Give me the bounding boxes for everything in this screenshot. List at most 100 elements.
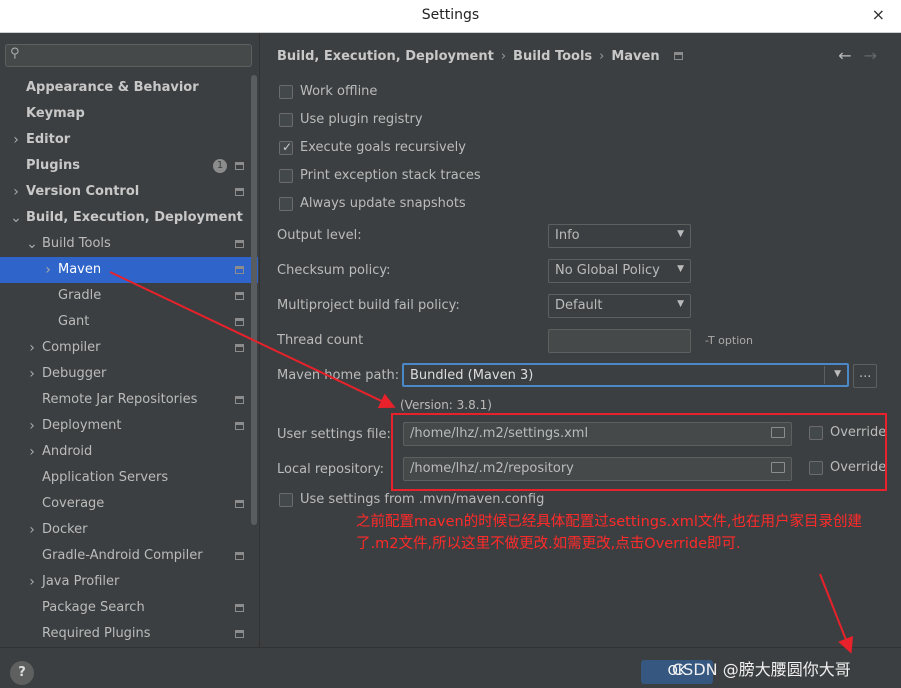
sidebar-item-build-tools[interactable]: ⌄ Build Tools [0, 231, 258, 257]
chevron-right-icon[interactable]: › [26, 569, 38, 595]
sidebar-item-build-execution-deployment[interactable]: ⌄ Build, Execution, Deployment [0, 205, 258, 231]
sidebar-item-coverage[interactable]: Coverage [0, 491, 258, 517]
sidebar-item-label: Application Servers [42, 470, 169, 485]
sidebar-item-plugins[interactable]: Plugins 1 [0, 153, 258, 179]
maven-home-label: Maven home path: [277, 368, 400, 383]
checkbox-box[interactable] [279, 493, 293, 507]
chevron-right-icon[interactable]: › [26, 335, 38, 361]
sidebar-item-label: Appearance & Behavior [26, 80, 199, 95]
maven-version: (Version: 3.8.1) [400, 398, 492, 412]
breadcrumb-build-tools[interactable]: Build Tools [513, 49, 592, 64]
sidebar-item-deployment[interactable]: › Deployment [0, 413, 258, 439]
checkbox-box[interactable] [279, 197, 293, 211]
sidebar-item-compiler[interactable]: › Compiler [0, 335, 258, 361]
print-exception-stack-traces-label: Print exception stack traces [300, 168, 481, 183]
thread-count-input[interactable] [548, 329, 691, 353]
sidebar-item-required-plugins[interactable]: Required Plugins [0, 621, 258, 647]
output-level-label: Output level: [277, 228, 362, 243]
chevron-down-icon[interactable]: ⌄ [26, 231, 38, 257]
sidebar-item-label: Required Plugins [42, 626, 151, 641]
annotation-note: 之前配置maven的时候已经具体配置过settings.xml文件,也在用户家目… [356, 514, 862, 552]
sidebar-item-label: Gant [58, 314, 90, 329]
fail-policy-select[interactable]: Default ▼ [548, 294, 691, 318]
history-nav: ← → [826, 46, 877, 65]
sidebar-scrollbar[interactable] [251, 75, 257, 525]
chevron-right-icon[interactable]: › [26, 517, 38, 543]
sidebar-item-android[interactable]: › Android [0, 439, 258, 465]
maven-home-select[interactable]: Bundled (Maven 3) ▼ [402, 363, 849, 387]
dropdown-divider [824, 366, 825, 384]
chevron-right-icon[interactable]: › [26, 413, 38, 439]
breadcrumb-maven: Maven [611, 49, 660, 64]
maven-home-value: Bundled (Maven 3) [410, 368, 534, 383]
breadcrumb: Build, Execution, Deployment › Build Tools… [277, 49, 684, 64]
chevron-right-icon[interactable]: › [42, 257, 54, 283]
dropdown-arrow-icon: ▼ [677, 229, 684, 239]
sidebar-item-debugger[interactable]: › Debugger [0, 361, 258, 387]
sidebar-item-label: Plugins [26, 158, 80, 173]
always-update-snapshots-label: Always update snapshots [300, 196, 466, 211]
sidebar-item-label: Maven [58, 262, 102, 277]
close-icon[interactable]: × [872, 5, 885, 24]
sidebar-item-label: Debugger [42, 366, 107, 381]
forward-arrow-icon[interactable]: → [864, 46, 877, 65]
search-icon: ⚲ [10, 46, 20, 61]
checkbox-box[interactable]: ✓ [279, 140, 293, 155]
watermark: CSDN @膀大腰圆你大哥 [672, 660, 851, 679]
annotation-highlight-box [391, 413, 887, 491]
sidebar-item-java-profiler[interactable]: › Java Profiler [0, 569, 258, 595]
sidebar-item-label: Compiler [42, 340, 101, 355]
project-scope-icon [235, 188, 244, 196]
maven-settings-panel: Build, Execution, Deployment › Build Tools… [261, 33, 901, 647]
project-scope-icon [235, 500, 244, 508]
fail-policy-value: Default [555, 298, 603, 313]
sidebar-item-version-control[interactable]: › Version Control [0, 179, 258, 205]
sidebar-item-remote-jar-repositories[interactable]: Remote Jar Repositories [0, 387, 258, 413]
chevron-right-icon[interactable]: › [10, 127, 22, 153]
dropdown-arrow-icon: ▼ [834, 369, 841, 379]
checkbox-box[interactable] [279, 85, 293, 99]
sidebar-item-editor[interactable]: › Editor [0, 127, 258, 153]
checksum-policy-value: No Global Policy [555, 263, 660, 278]
chevron-down-icon[interactable]: ⌄ [10, 205, 22, 231]
sidebar-item-label: Gradle-Android Compiler [42, 548, 203, 563]
sidebar-item-keymap[interactable]: Keymap [0, 101, 258, 127]
project-scope-icon [235, 396, 244, 404]
breadcrumb-build-execution[interactable]: Build, Execution, Deployment [277, 49, 494, 64]
update-count-badge: 1 [213, 159, 227, 173]
project-scope-icon [235, 162, 244, 170]
checksum-policy-label: Checksum policy: [277, 263, 391, 278]
sidebar-item-maven[interactable]: › Maven [0, 257, 258, 283]
sidebar-item-gradle-android-compiler[interactable]: Gradle-Android Compiler [0, 543, 258, 569]
output-level-select[interactable]: Info ▼ [548, 224, 691, 248]
chevron-right-icon[interactable]: › [26, 439, 38, 465]
sidebar-item-appearance-behavior[interactable]: Appearance & Behavior [0, 75, 258, 101]
use-plugin-registry-label: Use plugin registry [300, 112, 423, 127]
chevron-right-icon[interactable]: › [10, 179, 22, 205]
sidebar-item-label: Docker [42, 522, 88, 537]
sidebar-item-docker[interactable]: › Docker [0, 517, 258, 543]
local-repository-label: Local repository: [277, 462, 384, 477]
thread-count-hint: -T option [705, 334, 753, 347]
checkbox-box[interactable] [279, 113, 293, 127]
help-button[interactable]: ? [10, 661, 34, 685]
checkbox-box[interactable] [279, 169, 293, 183]
sidebar-item-gant[interactable]: Gant [0, 309, 258, 335]
sidebar-item-application-servers[interactable]: Application Servers [0, 465, 258, 491]
sidebar-item-label: Java Profiler [42, 574, 120, 589]
back-arrow-icon[interactable]: ← [838, 46, 851, 65]
sidebar-item-package-search[interactable]: Package Search [0, 595, 258, 621]
output-level-value: Info [555, 228, 580, 243]
sidebar-item-label: Coverage [42, 496, 105, 511]
project-scope-icon [235, 266, 244, 274]
window-titlebar: Settings × [0, 0, 901, 33]
sidebar-item-gradle[interactable]: Gradle [0, 283, 258, 309]
sidebar-item-label: Android [42, 444, 93, 459]
project-scope-icon [235, 292, 244, 300]
chevron-right-icon[interactable]: › [26, 361, 38, 387]
checksum-policy-select[interactable]: No Global Policy ▼ [548, 259, 691, 283]
search-input[interactable]: ⚲ [5, 44, 252, 67]
maven-home-browse-button[interactable]: ... [853, 364, 877, 388]
project-scope-icon [235, 240, 244, 248]
project-scope-icon [235, 604, 244, 612]
